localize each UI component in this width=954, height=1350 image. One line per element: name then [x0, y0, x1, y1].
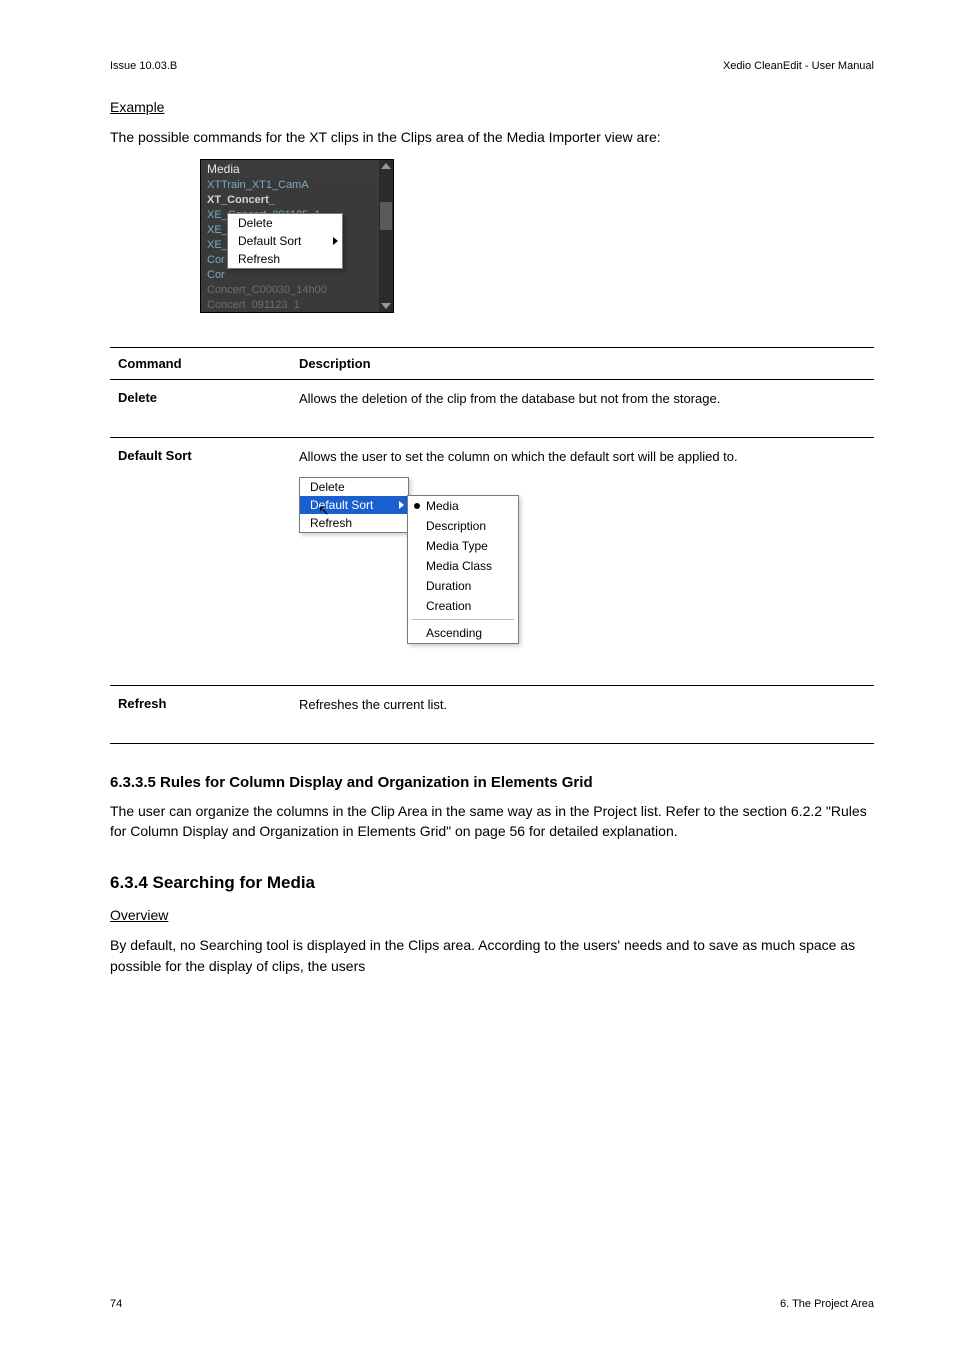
- submenu-item-duration[interactable]: Duration: [408, 576, 518, 596]
- header-manual: Xedio CleanEdit - User Manual: [723, 60, 874, 74]
- command-name: Delete: [110, 380, 291, 438]
- menu-item-refresh[interactable]: Refresh: [300, 514, 408, 532]
- section-heading-rules: 6.3.3.5 Rules for Column Display and Org…: [110, 774, 874, 791]
- command-desc: Refreshes the current list.: [291, 685, 874, 743]
- overview-subheading: Overview: [110, 907, 874, 923]
- example-heading: Example: [110, 99, 874, 115]
- media-list-header: Media: [201, 160, 393, 178]
- page-footer: 74 6. The Project Area: [110, 1298, 874, 1310]
- page: Issue 10.03.B Xedio CleanEdit - User Man…: [0, 0, 954, 1350]
- page-header: Issue 10.03.B Xedio CleanEdit - User Man…: [110, 60, 874, 74]
- submenu-item-media-type[interactable]: Media Type: [408, 536, 518, 556]
- menu-item-delete[interactable]: Delete: [228, 214, 342, 232]
- example-text: The possible commands for the XT clips i…: [110, 127, 874, 147]
- menu-item-default-sort[interactable]: Default Sort: [228, 232, 342, 250]
- default-sort-submenu: Media Description Media Type Media Class…: [407, 495, 519, 644]
- section-heading-search: 6.3.4 Searching for Media: [110, 873, 874, 893]
- figure-default-sort-submenu: Delete Default Sort Refresh ↖ Media: [299, 477, 559, 657]
- scrollbar[interactable]: [379, 160, 393, 312]
- table-header-row: Command Description: [110, 348, 874, 380]
- scroll-down-icon[interactable]: [381, 303, 391, 309]
- rules-text: The user can organize the columns in the…: [110, 801, 874, 842]
- selected-bullet-icon: [414, 503, 420, 509]
- list-item[interactable]: XT_Concert_: [201, 193, 393, 208]
- submenu-item-media[interactable]: Media: [408, 496, 518, 516]
- search-text: By default, no Searching tool is display…: [110, 935, 874, 976]
- menu-item-default-sort[interactable]: Default Sort: [300, 496, 408, 514]
- scroll-thumb[interactable]: [380, 202, 392, 230]
- command-name: Refresh: [110, 685, 291, 743]
- list-item[interactable]: Concert_091123_1: [201, 298, 393, 308]
- submenu-item-creation[interactable]: Creation: [408, 596, 518, 616]
- col-description: Description: [291, 348, 874, 380]
- table-row: Default Sort Allows the user to set the …: [110, 438, 874, 686]
- list-item[interactable]: Concert_C00030_14h00: [201, 283, 393, 298]
- submenu-item-description[interactable]: Description: [408, 516, 518, 536]
- submenu-item-ascending[interactable]: Ascending: [408, 623, 518, 643]
- menu-item-label: Default Sort: [310, 498, 373, 512]
- submenu-item-label: Media: [426, 499, 459, 513]
- context-menu: Delete Default Sort Refresh ↖: [299, 477, 409, 533]
- menu-item-label: Default Sort: [238, 234, 301, 248]
- commands-table: Command Description Delete Allows the de…: [110, 347, 874, 744]
- figure-media-list: Media XTTrain_XT1_CamA XT_Concert_ XE_Co…: [200, 159, 874, 313]
- menu-item-refresh[interactable]: Refresh: [228, 250, 342, 268]
- submenu-arrow-icon: [399, 501, 404, 509]
- menu-separator: [412, 619, 514, 620]
- command-desc: Allows the user to set the column on whi…: [291, 438, 874, 686]
- footer-page-number: 74: [110, 1298, 122, 1310]
- table-row: Delete Allows the deletion of the clip f…: [110, 380, 874, 438]
- submenu-item-media-class[interactable]: Media Class: [408, 556, 518, 576]
- media-list-panel: Media XTTrain_XT1_CamA XT_Concert_ XE_Co…: [200, 159, 394, 313]
- command-desc: Allows the deletion of the clip from the…: [291, 380, 874, 438]
- table-row: Refresh Refreshes the current list.: [110, 685, 874, 743]
- command-name: Default Sort: [110, 438, 291, 686]
- list-item[interactable]: Cor: [201, 268, 393, 283]
- header-issue: Issue 10.03.B: [110, 60, 177, 72]
- scroll-up-icon[interactable]: [381, 163, 391, 169]
- footer-chapter: 6. The Project Area: [780, 1298, 874, 1310]
- submenu-arrow-icon: [333, 237, 338, 245]
- menu-item-delete[interactable]: Delete: [300, 478, 408, 496]
- col-command: Command: [110, 348, 291, 380]
- list-item[interactable]: XTTrain_XT1_CamA: [201, 178, 393, 193]
- context-menu: Delete Default Sort Refresh: [227, 213, 343, 269]
